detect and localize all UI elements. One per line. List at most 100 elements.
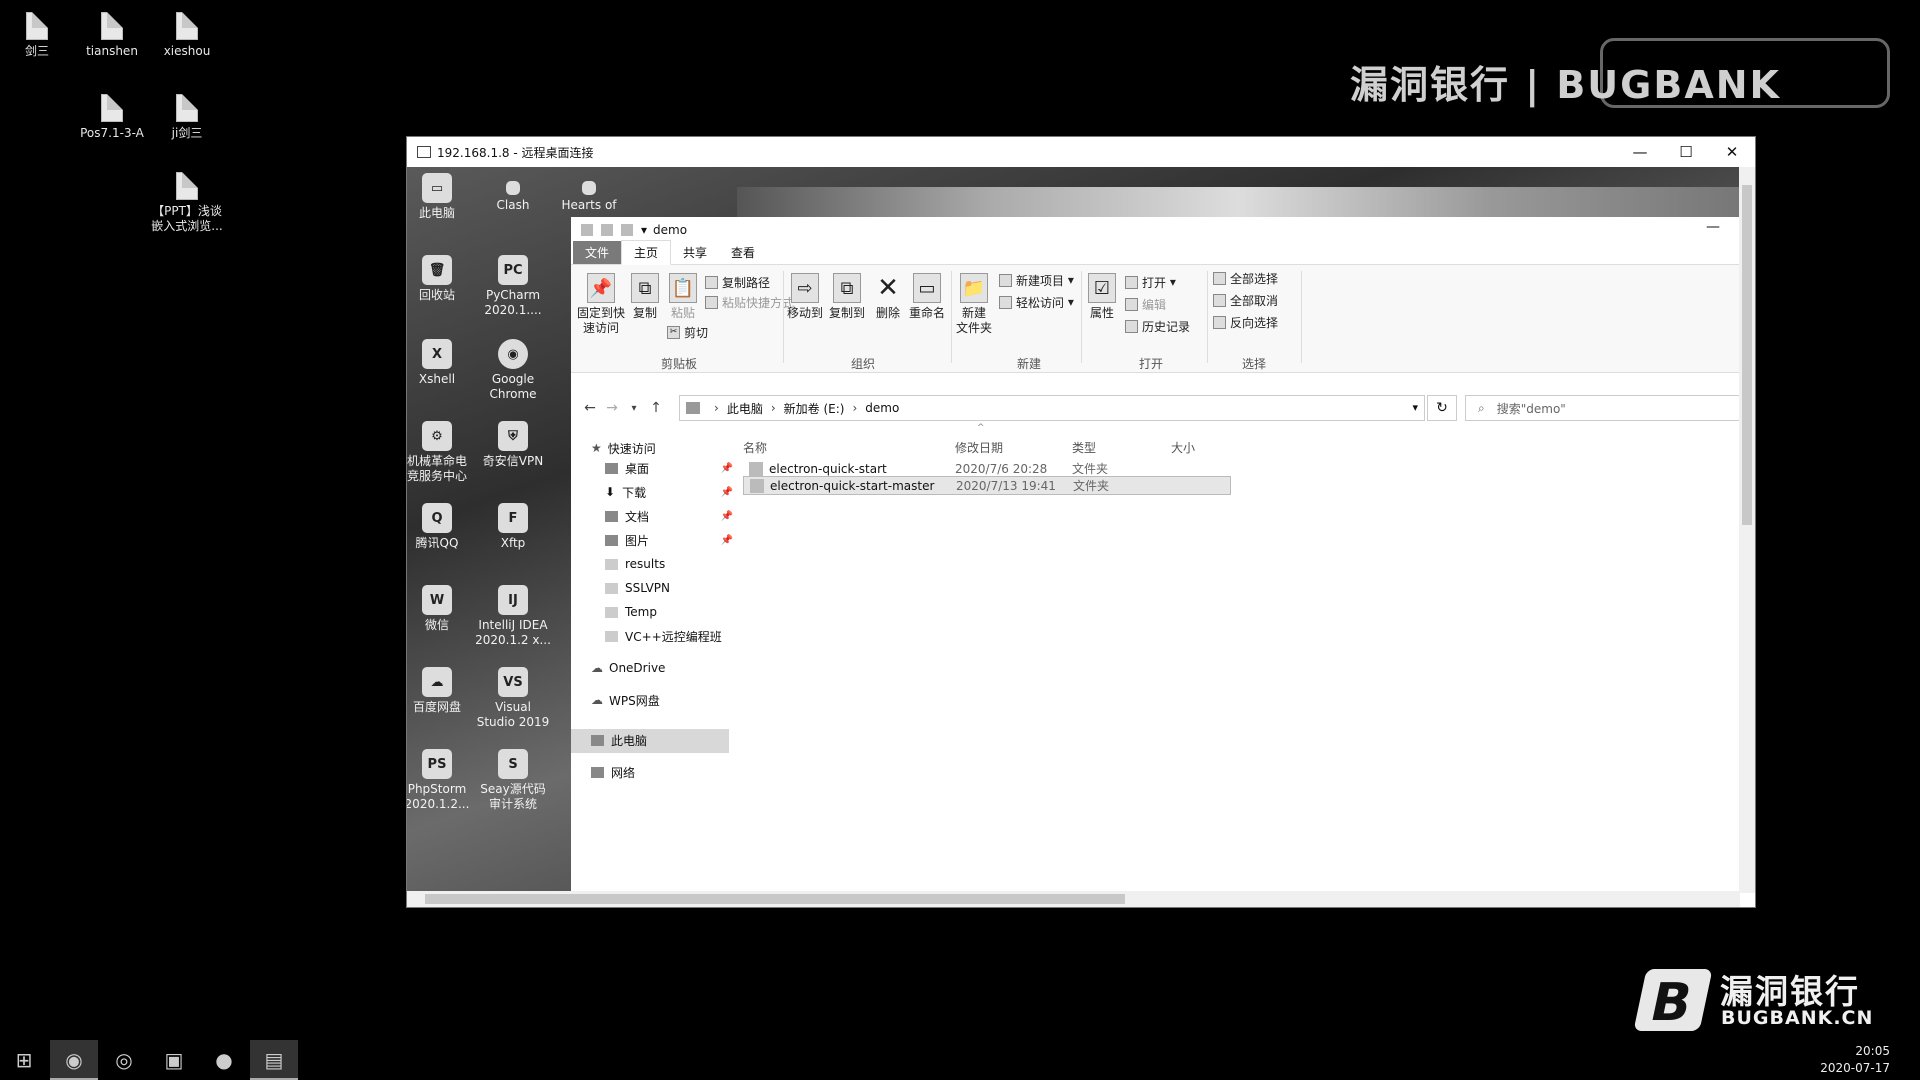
scrollbar-thumb[interactable] <box>1742 185 1752 525</box>
copy-button[interactable]: ⧉ 复制 <box>627 273 663 321</box>
refresh-button[interactable]: ↻ <box>1427 395 1457 421</box>
nav-item-pictures[interactable]: 图片 📌 <box>605 531 735 549</box>
remote-icon-wechat[interactable]: W 微信 <box>407 585 475 633</box>
new-item-button[interactable]: 新建项目 ▾ <box>999 271 1074 289</box>
start-button[interactable]: ⊞ <box>0 1040 48 1080</box>
up-icon[interactable]: ↑ <box>645 400 667 416</box>
desktop-icon-ppt[interactable]: 【PPT】浅谈 嵌入式浏览... <box>142 172 232 234</box>
desktop-icon-xieshou[interactable]: xieshou <box>142 12 232 59</box>
select-none-button[interactable]: 全部取消 <box>1213 291 1278 309</box>
nav-onedrive[interactable]: ☁ OneDrive <box>591 659 721 677</box>
file-row-selected[interactable]: electron-quick-start-master 2020/7/13 19… <box>743 476 1231 495</box>
remote-icon-qq[interactable]: Q 腾讯QQ <box>407 503 475 551</box>
paste-shortcut-button[interactable]: 粘贴快捷方式 <box>705 293 794 311</box>
forward-icon[interactable]: → <box>601 400 623 416</box>
horizontal-scrollbar[interactable] <box>407 891 1740 907</box>
rename-button[interactable]: ▭ 重命名 <box>907 273 947 321</box>
nav-this-pc[interactable]: 此电脑 <box>591 731 721 749</box>
taskbar-app-1[interactable]: ◉ <box>50 1040 98 1080</box>
address-bar[interactable]: › 此电脑 › 新加卷 (E:) › demo ▾ <box>679 395 1425 421</box>
desktop-icon-jijiansan[interactable]: ji剑三 <box>142 94 232 141</box>
remote-icon-clash[interactable]: Clash <box>475 181 551 213</box>
breadcrumb-this-pc[interactable]: 此电脑 <box>727 400 763 417</box>
explorer-minimize-button[interactable]: — <box>1706 219 1720 235</box>
edit-button[interactable]: 编辑 <box>1125 295 1166 313</box>
nav-quick-access[interactable]: ★ 快速访问 <box>591 439 721 457</box>
nav-item-results[interactable]: results <box>605 555 735 573</box>
search-input[interactable]: ⌕ 搜索"demo" <box>1465 395 1740 421</box>
column-header-date[interactable]: 修改日期 <box>955 439 1003 456</box>
recent-dropdown-icon[interactable]: ▾ <box>623 403 645 414</box>
remote-icon-chrome[interactable]: ◉ Google Chrome <box>475 339 551 402</box>
paste-button[interactable]: 📋 粘贴 <box>665 273 701 321</box>
remote-icon-seay[interactable]: S Seay源代码 审计系统 <box>475 749 551 812</box>
cut-button[interactable]: ✂ 剪切 <box>667 323 708 341</box>
taskbar-rdp[interactable]: ▤ <box>250 1040 298 1080</box>
nav-item-temp[interactable]: Temp <box>605 603 735 621</box>
easy-access-button[interactable]: 轻松访问 ▾ <box>999 293 1074 311</box>
explorer-title: demo <box>653 223 688 237</box>
new-folder-quick-icon[interactable] <box>621 224 633 236</box>
tab-share[interactable]: 共享 <box>671 241 719 264</box>
remote-icon-this-pc[interactable]: ▭ 此电脑 <box>407 173 475 221</box>
remote-icon-recycle-bin[interactable]: 🗑 回收站 <box>407 255 475 303</box>
maximize-button[interactable]: ☐ <box>1663 137 1709 167</box>
breadcrumb-drive[interactable]: 新加卷 (E:) <box>784 400 845 417</box>
open-button[interactable]: 打开 ▾ <box>1125 273 1176 291</box>
remote-icon-pycharm[interactable]: PC PyCharm 2020.1.... <box>475 255 551 318</box>
pin-quick-access-button[interactable]: 📌 固定到快 速访问 <box>577 273 625 336</box>
properties-button[interactable]: ☑ 属性 <box>1083 273 1121 321</box>
remote-icon-vs[interactable]: VS Visual Studio 2019 <box>475 667 551 730</box>
host-desktop: 剑三 tianshen xieshou Pos7.1-3-A ji剑三 【PPT… <box>0 0 1920 1080</box>
remote-icon-xshell[interactable]: X Xshell <box>407 339 475 387</box>
vertical-scrollbar[interactable] <box>1739 167 1755 893</box>
move-to-button[interactable]: ⇨ 移动到 <box>785 273 825 321</box>
remote-screen[interactable]: ▭ 此电脑 Clash Hearts of 🗑 回收站 PC PyCharm 2020… <box>407 167 1740 893</box>
chevron-right-icon[interactable]: › <box>714 401 719 415</box>
remote-icon-mechrevo[interactable]: ⚙ 机械革命电 竞服务中心 <box>407 421 475 484</box>
remote-icon-phpstorm[interactable]: PS PhpStorm 2020.1.2... <box>407 749 475 812</box>
chevron-down-icon[interactable]: ▾ <box>1412 401 1418 414</box>
delete-button[interactable]: ✕ 删除 <box>871 273 905 321</box>
nav-item-sslvpn[interactable]: SSLVPN <box>605 579 735 597</box>
minimize-button[interactable]: — <box>1617 137 1663 167</box>
taskbar-app-2[interactable]: ◎ <box>100 1040 148 1080</box>
properties-quick-icon[interactable] <box>601 224 613 236</box>
nav-item-downloads[interactable]: ⬇ 下载 📌 <box>605 483 735 501</box>
system-clock[interactable]: 20:05 2020-07-17 <box>1820 1043 1890 1077</box>
taskbar-chrome[interactable]: ● <box>200 1040 248 1080</box>
tab-file[interactable]: 文件 <box>573 241 622 264</box>
invert-selection-button[interactable]: 反向选择 <box>1213 313 1278 331</box>
nav-item-desktop[interactable]: 桌面 📌 <box>605 459 735 477</box>
tab-home[interactable]: 主页 <box>621 240 672 265</box>
close-button[interactable]: ✕ <box>1709 137 1755 167</box>
rdp-titlebar[interactable]: 192.168.1.8 - 远程桌面连接 <box>407 137 1755 167</box>
nav-item-vc[interactable]: VC++远控编程班 <box>605 627 735 645</box>
taskbar-app-3[interactable]: ▣ <box>150 1040 198 1080</box>
nav-network[interactable]: 网络 <box>591 763 721 781</box>
seay-icon: S <box>498 749 528 779</box>
column-header-type[interactable]: 类型 <box>1072 439 1096 456</box>
tab-view[interactable]: 查看 <box>719 241 767 264</box>
remote-icon-baidu[interactable]: ☁ 百度网盘 <box>407 667 475 715</box>
column-header-name[interactable]: 名称 <box>743 439 767 456</box>
remote-icon-xftp[interactable]: F Xftp <box>475 503 551 551</box>
chevron-right-icon[interactable]: › <box>771 401 776 415</box>
remote-icon-vpn[interactable]: ⛨ 奇安信VPN <box>475 421 551 469</box>
breadcrumb-demo[interactable]: demo <box>865 401 899 415</box>
column-header-size[interactable]: 大小 <box>1171 439 1195 456</box>
copy-to-button[interactable]: ⧉ 复制到 <box>827 273 867 321</box>
scrollbar-thumb[interactable] <box>425 894 1125 904</box>
chevron-right-icon[interactable]: › <box>852 401 857 415</box>
remote-icon-hearts[interactable]: Hearts of <box>551 181 627 213</box>
nav-wps[interactable]: ☁ WPS网盘 <box>591 691 721 709</box>
quick-access-dropdown-icon[interactable]: ▾ <box>641 223 647 237</box>
explorer-titlebar[interactable]: ▾ demo — <box>571 217 1740 243</box>
select-all-button[interactable]: 全部选择 <box>1213 269 1278 287</box>
history-button[interactable]: 历史记录 <box>1125 317 1190 335</box>
back-icon[interactable]: ← <box>579 400 601 416</box>
new-folder-button[interactable]: 📁 新建 文件夹 <box>953 273 995 336</box>
nav-item-documents[interactable]: 文档 📌 <box>605 507 735 525</box>
remote-icon-idea[interactable]: IJ IntelliJ IDEA 2020.1.2 x... <box>475 585 551 648</box>
copy-path-button[interactable]: 复制路径 <box>705 273 770 291</box>
